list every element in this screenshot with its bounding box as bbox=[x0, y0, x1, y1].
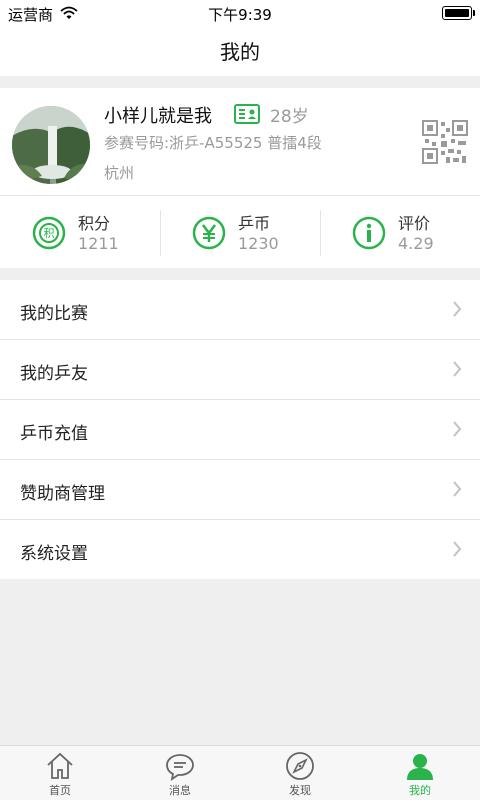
chevron-right-icon bbox=[452, 541, 462, 561]
tab-label: 首页 bbox=[49, 784, 71, 797]
username: 小样儿就是我 bbox=[104, 106, 212, 127]
tab-me[interactable]: 我的 bbox=[360, 746, 480, 800]
stat-label: 评价 bbox=[398, 214, 431, 233]
divider bbox=[320, 210, 321, 256]
tab-label: 消息 bbox=[169, 784, 191, 797]
menu-item-label: 我的乒友 bbox=[20, 364, 88, 384]
stat-value: 1230 bbox=[238, 234, 279, 253]
id-card-icon bbox=[234, 104, 260, 128]
stat-coins[interactable]: 乒币 1230 bbox=[160, 196, 320, 268]
stat-label: 乒币 bbox=[238, 214, 271, 233]
menu-item-label: 我的比赛 bbox=[20, 304, 88, 324]
svg-text:积: 积 bbox=[44, 227, 55, 240]
rating-icon bbox=[352, 216, 386, 254]
menu-item-label: 系统设置 bbox=[20, 544, 88, 564]
navigation-bar: 我的 bbox=[0, 26, 480, 76]
menu-item-my-friends[interactable]: 我的乒友 bbox=[0, 340, 480, 400]
chevron-right-icon bbox=[452, 481, 462, 501]
chevron-right-icon bbox=[452, 361, 462, 381]
city-label: 杭州 bbox=[104, 164, 135, 182]
user-icon bbox=[405, 751, 435, 781]
stat-label: 积分 bbox=[78, 214, 111, 233]
tab-messages[interactable]: 消息 bbox=[120, 746, 240, 800]
profile-card[interactable]: 小样儿就是我 28岁 参赛号码:浙乒-A55525 普擂4段 杭州 积 积分 1… bbox=[0, 88, 480, 268]
menu-item-label: 乒币充值 bbox=[20, 424, 88, 444]
page-title: 我的 bbox=[220, 40, 260, 64]
clock: 下午9:39 bbox=[208, 6, 272, 24]
menu-item-label: 赞助商管理 bbox=[20, 484, 105, 504]
menu-list: 我的比赛 我的乒友 乒币充值 赞助商管理 系统设置 bbox=[0, 280, 480, 579]
menu-item-my-matches[interactable]: 我的比赛 bbox=[0, 280, 480, 340]
registration-info: 参赛号码:浙乒-A55525 普擂4段 bbox=[104, 134, 322, 152]
message-icon bbox=[165, 751, 195, 781]
tab-label: 我的 bbox=[409, 784, 431, 797]
menu-item-settings[interactable]: 系统设置 bbox=[0, 520, 480, 579]
stat-points[interactable]: 积 积分 1211 bbox=[0, 196, 160, 268]
status-bar: 运营商 下午9:39 bbox=[0, 0, 480, 26]
tab-discover[interactable]: 发现 bbox=[240, 746, 360, 800]
coin-icon bbox=[192, 216, 226, 254]
tab-bar: 首页 消息 发现 我的 bbox=[0, 745, 480, 800]
chevron-right-icon bbox=[452, 421, 462, 441]
tab-label: 发现 bbox=[289, 784, 311, 797]
menu-item-sponsors[interactable]: 赞助商管理 bbox=[0, 460, 480, 520]
stat-value: 1211 bbox=[78, 234, 119, 253]
chevron-right-icon bbox=[452, 301, 462, 321]
battery-icon bbox=[442, 6, 475, 20]
compass-icon bbox=[285, 751, 315, 781]
age-label: 28岁 bbox=[270, 107, 309, 127]
tab-home[interactable]: 首页 bbox=[0, 746, 120, 800]
home-icon bbox=[45, 751, 75, 781]
stat-value: 4.29 bbox=[398, 234, 434, 253]
avatar[interactable] bbox=[12, 106, 90, 184]
menu-item-recharge[interactable]: 乒币充值 bbox=[0, 400, 480, 460]
stat-rating[interactable]: 评价 4.29 bbox=[320, 196, 480, 268]
divider bbox=[160, 210, 161, 256]
qr-code-icon[interactable] bbox=[422, 120, 468, 168]
points-icon: 积 bbox=[32, 216, 66, 254]
